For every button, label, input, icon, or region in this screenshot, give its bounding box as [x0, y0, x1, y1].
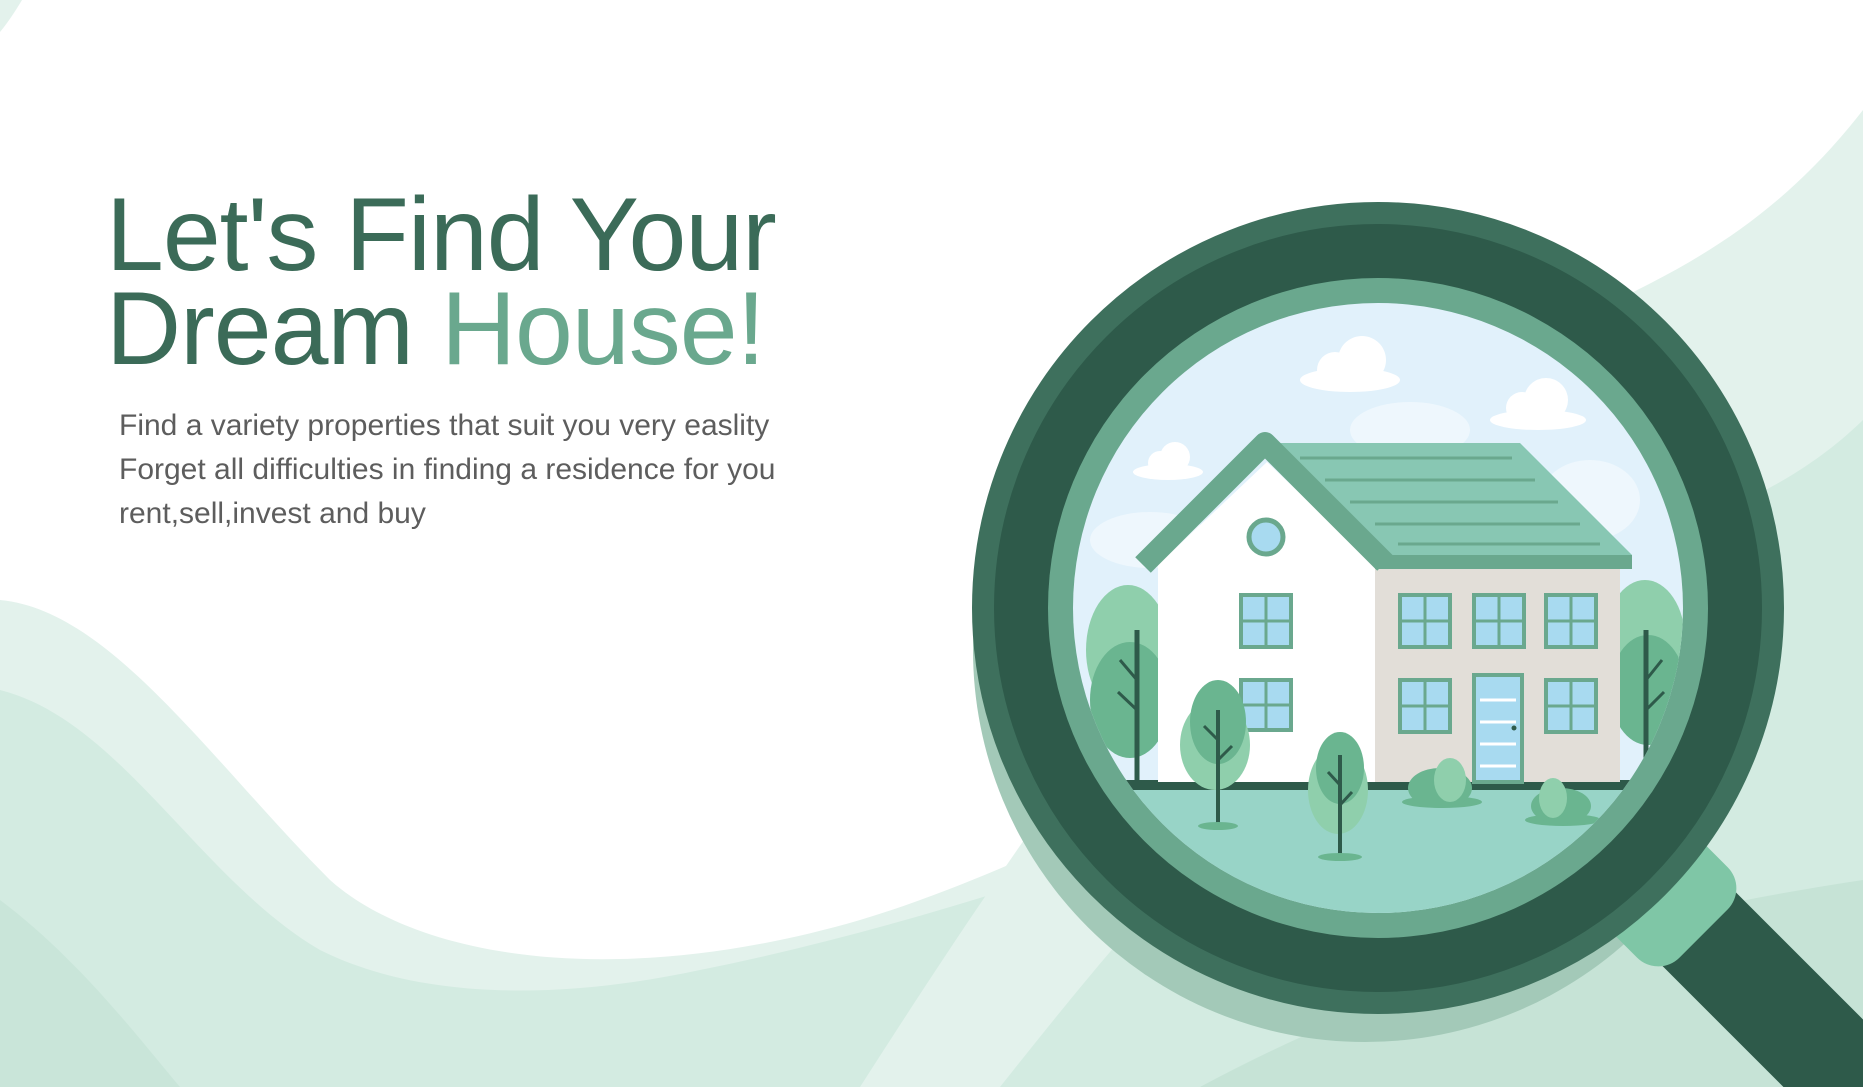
title-house-accent: House! — [440, 271, 766, 387]
page-title: Let's Find Your Dream House! — [106, 177, 777, 381]
hero-banner: Let's Find Your Dream House! Find a vari… — [0, 0, 1863, 1087]
subtitle-line-1: Find a variety properties that suit you … — [119, 409, 770, 442]
title-dream-text: Dream — [106, 271, 441, 387]
subtitle-line-3: rent,sell,invest and buy — [119, 497, 426, 530]
title-line-1: Let's Find Your — [106, 177, 777, 293]
title-line-2: Dream House! — [106, 277, 776, 381]
hero-subtitle: Find a variety properties that suit you … — [119, 404, 775, 536]
subtitle-line-2: Forget all difficulties in finding a res… — [119, 453, 776, 486]
magnifying-glass-icon — [972, 202, 1863, 1087]
